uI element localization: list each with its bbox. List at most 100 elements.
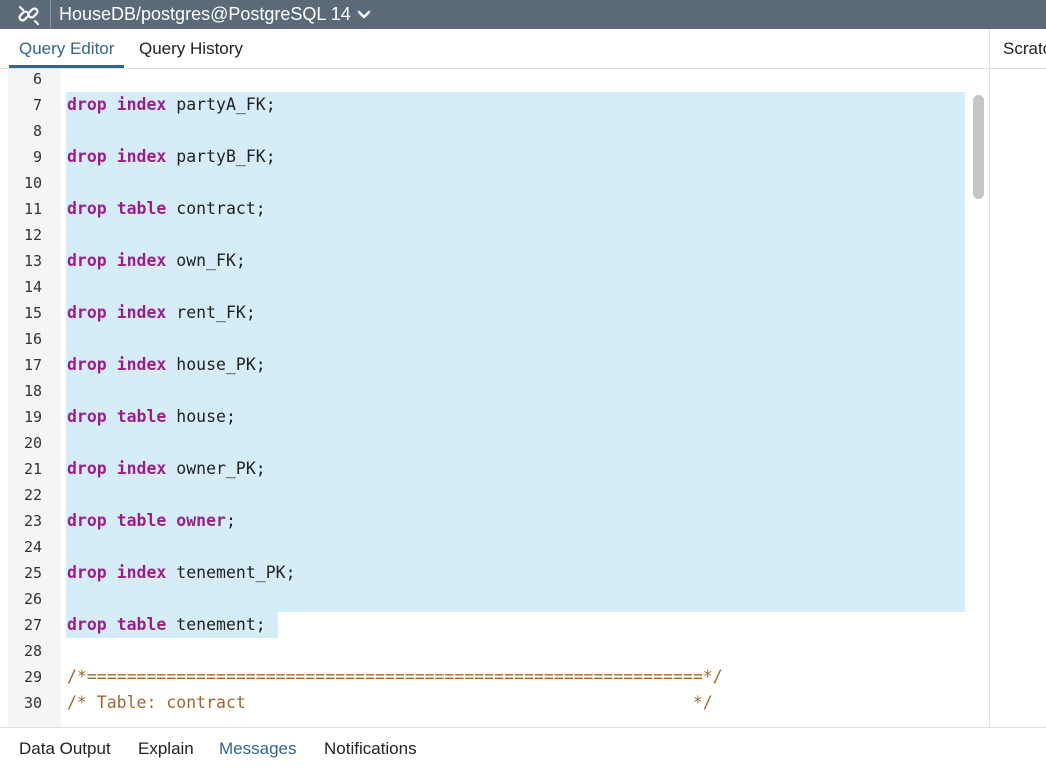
sql-keyword: drop (67, 95, 107, 114)
code-line[interactable]: 16 (8, 326, 968, 352)
code-text: drop table tenement; (67, 612, 266, 638)
line-number: 20 (23, 434, 42, 452)
code-line[interactable]: 23 drop table owner; (8, 508, 968, 534)
line-number: 16 (23, 330, 42, 348)
connection-selector[interactable]: HouseDB/postgres@PostgreSQL 14 (59, 4, 371, 24)
line-number: 30 (23, 694, 42, 712)
line-number: 13 (23, 252, 42, 270)
sql-token: tenement_PK; (166, 563, 296, 582)
sql-token: house; (166, 407, 236, 426)
code-area[interactable]: 6 7 drop index partyA_FK; 8 9 drop index part… (8, 69, 968, 716)
code-line[interactable]: 19 drop table house; (8, 404, 968, 430)
line-number: 15 (23, 304, 42, 322)
sql-keyword: table (116, 407, 167, 426)
connection-bar: HouseDB/postgres@PostgreSQL 14 (0, 0, 1046, 29)
selection-highlight (66, 534, 965, 560)
code-line[interactable]: 9 drop index partyB_FK; (8, 144, 968, 170)
code-line[interactable]: 18 (8, 378, 968, 404)
sql-keyword: index (116, 303, 167, 322)
line-number: 28 (23, 642, 42, 660)
code-line[interactable]: 28 (8, 638, 968, 664)
selection-highlight (66, 118, 965, 144)
sql-editor[interactable]: 6 7 drop index partyA_FK; 8 9 drop index part… (8, 69, 968, 727)
sql-keyword: drop (67, 511, 107, 530)
sql-keyword: table (116, 511, 167, 530)
code-line[interactable]: 12 (8, 222, 968, 248)
tab-query-editor[interactable]: Query Editor (9, 29, 125, 68)
line-number: 26 (23, 590, 42, 608)
scratch-pad-border (990, 68, 1046, 69)
editor-tabs: Query Editor Query History (0, 29, 990, 69)
code-line[interactable]: 22 (8, 482, 968, 508)
line-number: 27 (23, 616, 42, 634)
tab-notifications[interactable]: Notifications (324, 728, 417, 764)
sql-token: ; (225, 511, 236, 530)
code-text: drop index house_PK; (67, 352, 266, 378)
line-number: 14 (23, 278, 42, 296)
connection-label: HouseDB/postgres@PostgreSQL 14 (59, 4, 351, 24)
sql-keyword: owner (176, 511, 226, 530)
line-number: 22 (23, 486, 42, 504)
tab-explain[interactable]: Explain (138, 728, 194, 764)
tab-scratch-pad[interactable]: Scratch Pad (1003, 29, 1046, 68)
line-number: 8 (32, 122, 42, 140)
selection-highlight (66, 170, 965, 196)
tab-data-output[interactable]: Data Output (19, 728, 111, 764)
code-line[interactable]: 30 /* Table: contract */ (8, 690, 968, 716)
code-line[interactable]: 10 (8, 170, 968, 196)
selection-highlight (66, 222, 965, 248)
tab-messages[interactable]: Messages (219, 728, 296, 764)
code-line[interactable]: 26 (8, 586, 968, 612)
code-line[interactable]: 25 drop index tenement_PK; (8, 560, 968, 586)
scratch-pad-divider (989, 29, 990, 727)
code-line[interactable]: 13 drop index own_FK; (8, 248, 968, 274)
code-line[interactable]: 8 (8, 118, 968, 144)
code-line[interactable]: 24 (8, 534, 968, 560)
sql-keyword: drop (67, 355, 107, 374)
editor-scrollbar-thumb[interactable] (973, 95, 984, 199)
sql-keyword: table (116, 199, 167, 218)
code-line[interactable]: 14 (8, 274, 968, 300)
line-number: 25 (23, 564, 42, 582)
selection-highlight (66, 586, 965, 612)
code-line[interactable]: 11 drop table contract; (8, 196, 968, 222)
selection-highlight (66, 378, 965, 404)
code-line[interactable]: 27 drop table tenement; (8, 612, 968, 638)
line-number: 24 (23, 538, 42, 556)
code-line[interactable]: 29 /*====================================… (8, 664, 968, 690)
line-number: 7 (32, 96, 42, 114)
sql-keyword: drop (67, 251, 107, 270)
code-text: drop index partyB_FK; (67, 144, 276, 170)
code-line[interactable]: 7 drop index partyA_FK; (8, 92, 968, 118)
code-line[interactable]: 6 (8, 69, 968, 92)
sql-keyword: drop (67, 563, 107, 582)
code-line[interactable]: 15 drop index rent_FK; (8, 300, 968, 326)
sql-token: partyB_FK; (166, 147, 276, 166)
sql-token: house_PK; (166, 355, 266, 374)
sql-keyword: index (116, 355, 167, 374)
sql-keyword: index (116, 251, 167, 270)
sql-keyword: drop (67, 407, 107, 426)
code-line[interactable]: 17 drop index house_PK; (8, 352, 968, 378)
selection-highlight (66, 430, 965, 456)
tab-query-history[interactable]: Query History (129, 29, 253, 68)
sql-keyword: drop (67, 147, 107, 166)
link-icon[interactable] (12, 2, 46, 27)
results-tabs: Data Output Explain Messages Notificatio… (0, 727, 1046, 764)
line-number: 12 (23, 226, 42, 244)
code-line[interactable]: 21 drop index owner_PK; (8, 456, 968, 482)
code-line[interactable]: 20 (8, 430, 968, 456)
line-number: 9 (32, 148, 42, 166)
topbar-divider (50, 0, 51, 29)
line-number: 6 (32, 70, 42, 88)
sql-keyword: drop (67, 459, 107, 478)
line-number: 10 (23, 174, 42, 192)
code-text: drop index tenement_PK; (67, 560, 296, 586)
